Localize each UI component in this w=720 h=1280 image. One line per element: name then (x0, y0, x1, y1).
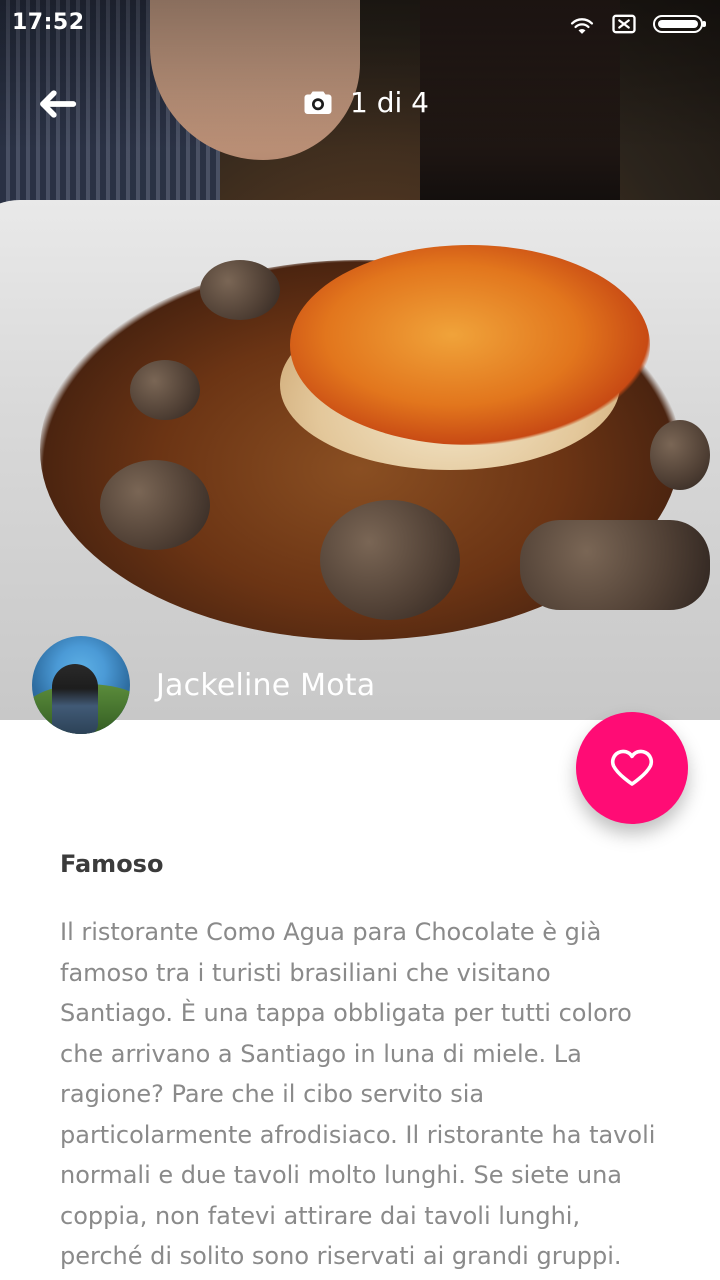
wifi-icon (570, 18, 594, 34)
top-app-bar: 1 di 4 (0, 64, 720, 144)
salsa-topping (290, 245, 650, 445)
heart-outline-icon (610, 749, 654, 786)
author-avatar[interactable] (32, 636, 130, 734)
no-sim-icon (612, 14, 636, 34)
mushroom (650, 420, 710, 490)
article-content: Famoso Il ristorante Como Agua para Choc… (60, 850, 660, 1277)
status-time: 17:52 (12, 10, 85, 35)
article-title: Famoso (60, 850, 164, 878)
mushroom (200, 260, 280, 320)
avatar-person (52, 664, 98, 734)
status-icons (568, 10, 708, 38)
mushroom (320, 500, 460, 620)
like-button[interactable] (576, 712, 688, 824)
mushroom (520, 520, 710, 610)
article-paragraph: Il ristorante Como Agua para Chocolate è… (60, 918, 656, 1270)
author-name[interactable]: Jackeline Mota (156, 668, 375, 703)
camera-icon (304, 91, 332, 114)
back-arrow-icon[interactable] (30, 78, 82, 130)
photo-counter: 1 di 4 (300, 84, 429, 120)
battery-icon (653, 15, 706, 33)
photo-counter-text: 1 di 4 (350, 85, 429, 119)
mushroom (100, 460, 210, 550)
status-bar: 17:52 (0, 0, 720, 48)
mushroom (130, 360, 200, 420)
